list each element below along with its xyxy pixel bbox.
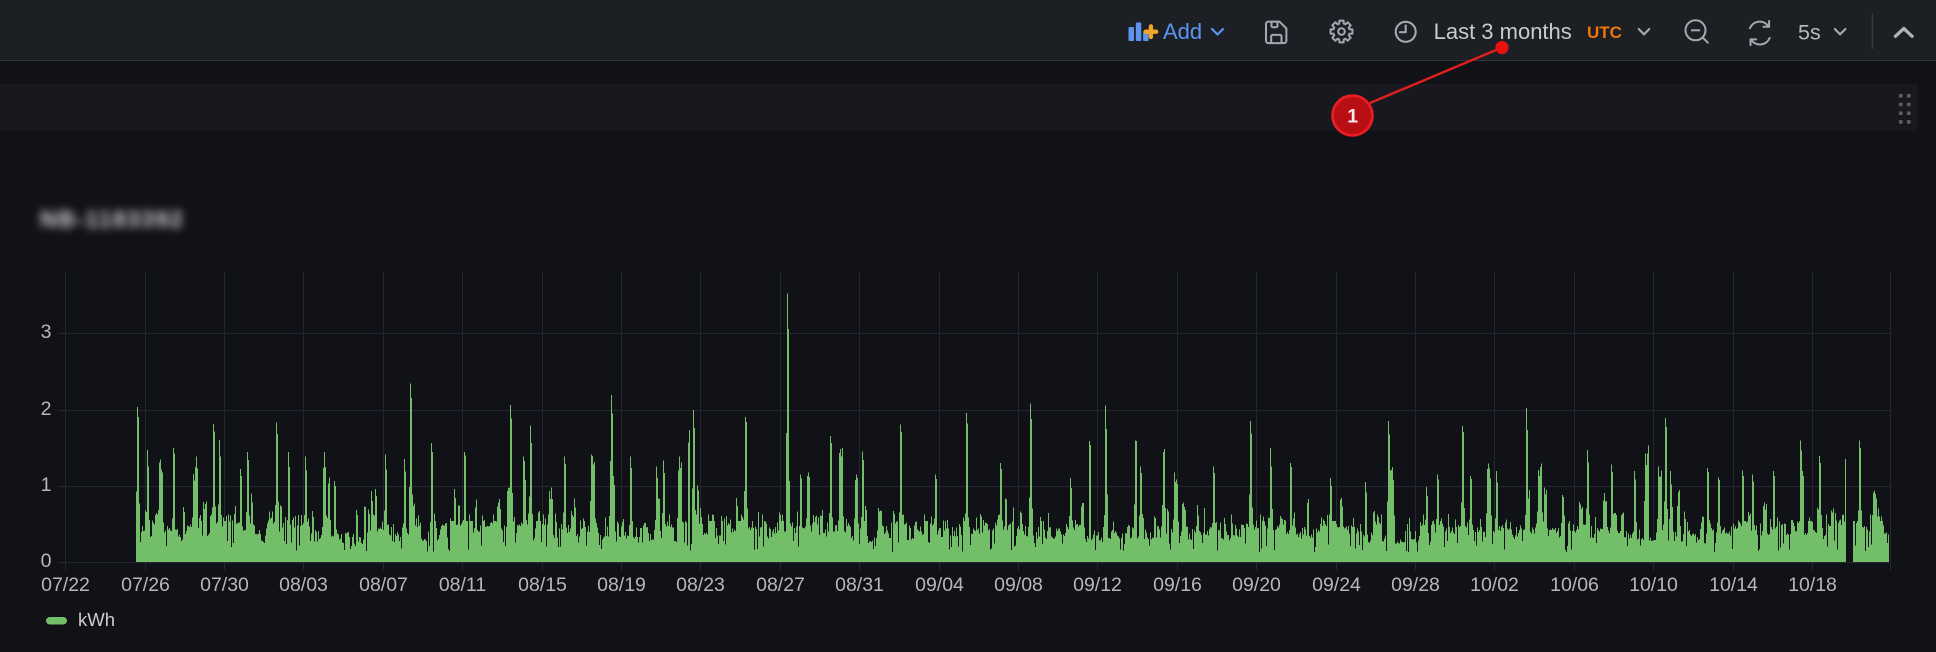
- svg-text:10/18: 10/18: [1788, 574, 1837, 596]
- svg-text:08/07: 08/07: [359, 574, 408, 596]
- svg-text:07/26: 07/26: [121, 574, 170, 596]
- svg-text:07/22: 07/22: [41, 574, 90, 596]
- svg-text:08/23: 08/23: [676, 574, 725, 596]
- svg-text:08/31: 08/31: [835, 574, 884, 596]
- svg-text:10/14: 10/14: [1709, 574, 1758, 596]
- svg-text:10/06: 10/06: [1550, 574, 1599, 596]
- svg-text:09/08: 09/08: [994, 574, 1043, 596]
- svg-text:2: 2: [41, 398, 52, 420]
- svg-text:3: 3: [41, 321, 52, 343]
- svg-text:07/30: 07/30: [200, 574, 249, 596]
- svg-text:08/03: 08/03: [279, 574, 328, 596]
- svg-text:1: 1: [41, 474, 52, 496]
- svg-text:10/02: 10/02: [1470, 574, 1519, 596]
- svg-text:08/27: 08/27: [756, 574, 805, 596]
- svg-text:10/10: 10/10: [1629, 574, 1678, 596]
- svg-text:08/11: 08/11: [439, 574, 486, 596]
- svg-text:09/12: 09/12: [1073, 574, 1122, 596]
- svg-text:08/19: 08/19: [597, 574, 646, 596]
- svg-text:09/20: 09/20: [1232, 574, 1281, 596]
- svg-text:09/16: 09/16: [1153, 574, 1202, 596]
- svg-text:09/04: 09/04: [915, 574, 964, 596]
- svg-text:08/15: 08/15: [518, 574, 567, 596]
- svg-text:09/28: 09/28: [1391, 574, 1440, 596]
- svg-text:09/24: 09/24: [1312, 574, 1361, 596]
- svg-text:1: 1: [1347, 106, 1358, 128]
- svg-text:0: 0: [41, 550, 52, 572]
- svg-text:kWh: kWh: [78, 609, 115, 630]
